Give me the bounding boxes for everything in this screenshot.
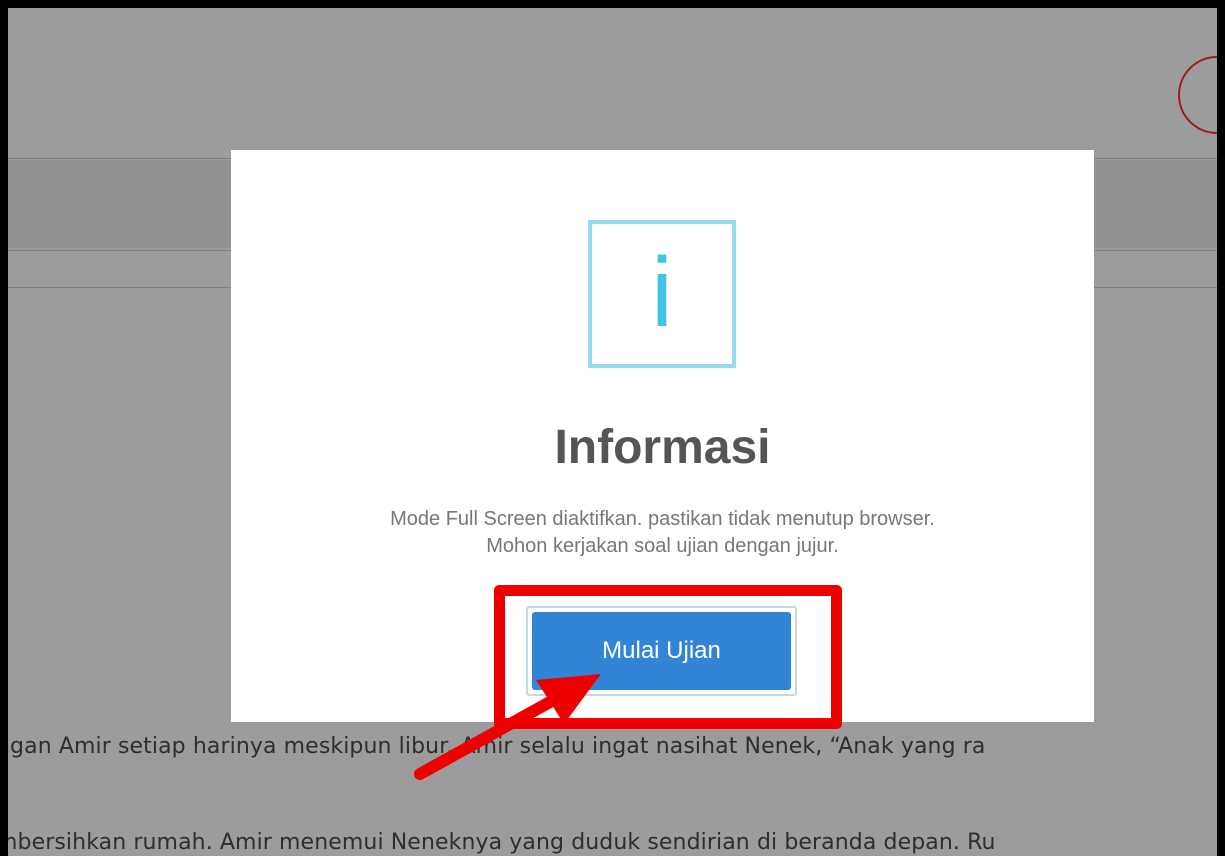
- exam-screen: ngan Amir setiap harinya meskipun libur.…: [8, 8, 1217, 856]
- arrow-shaft: [414, 686, 574, 780]
- pointer-arrow-annotation: [414, 674, 601, 780]
